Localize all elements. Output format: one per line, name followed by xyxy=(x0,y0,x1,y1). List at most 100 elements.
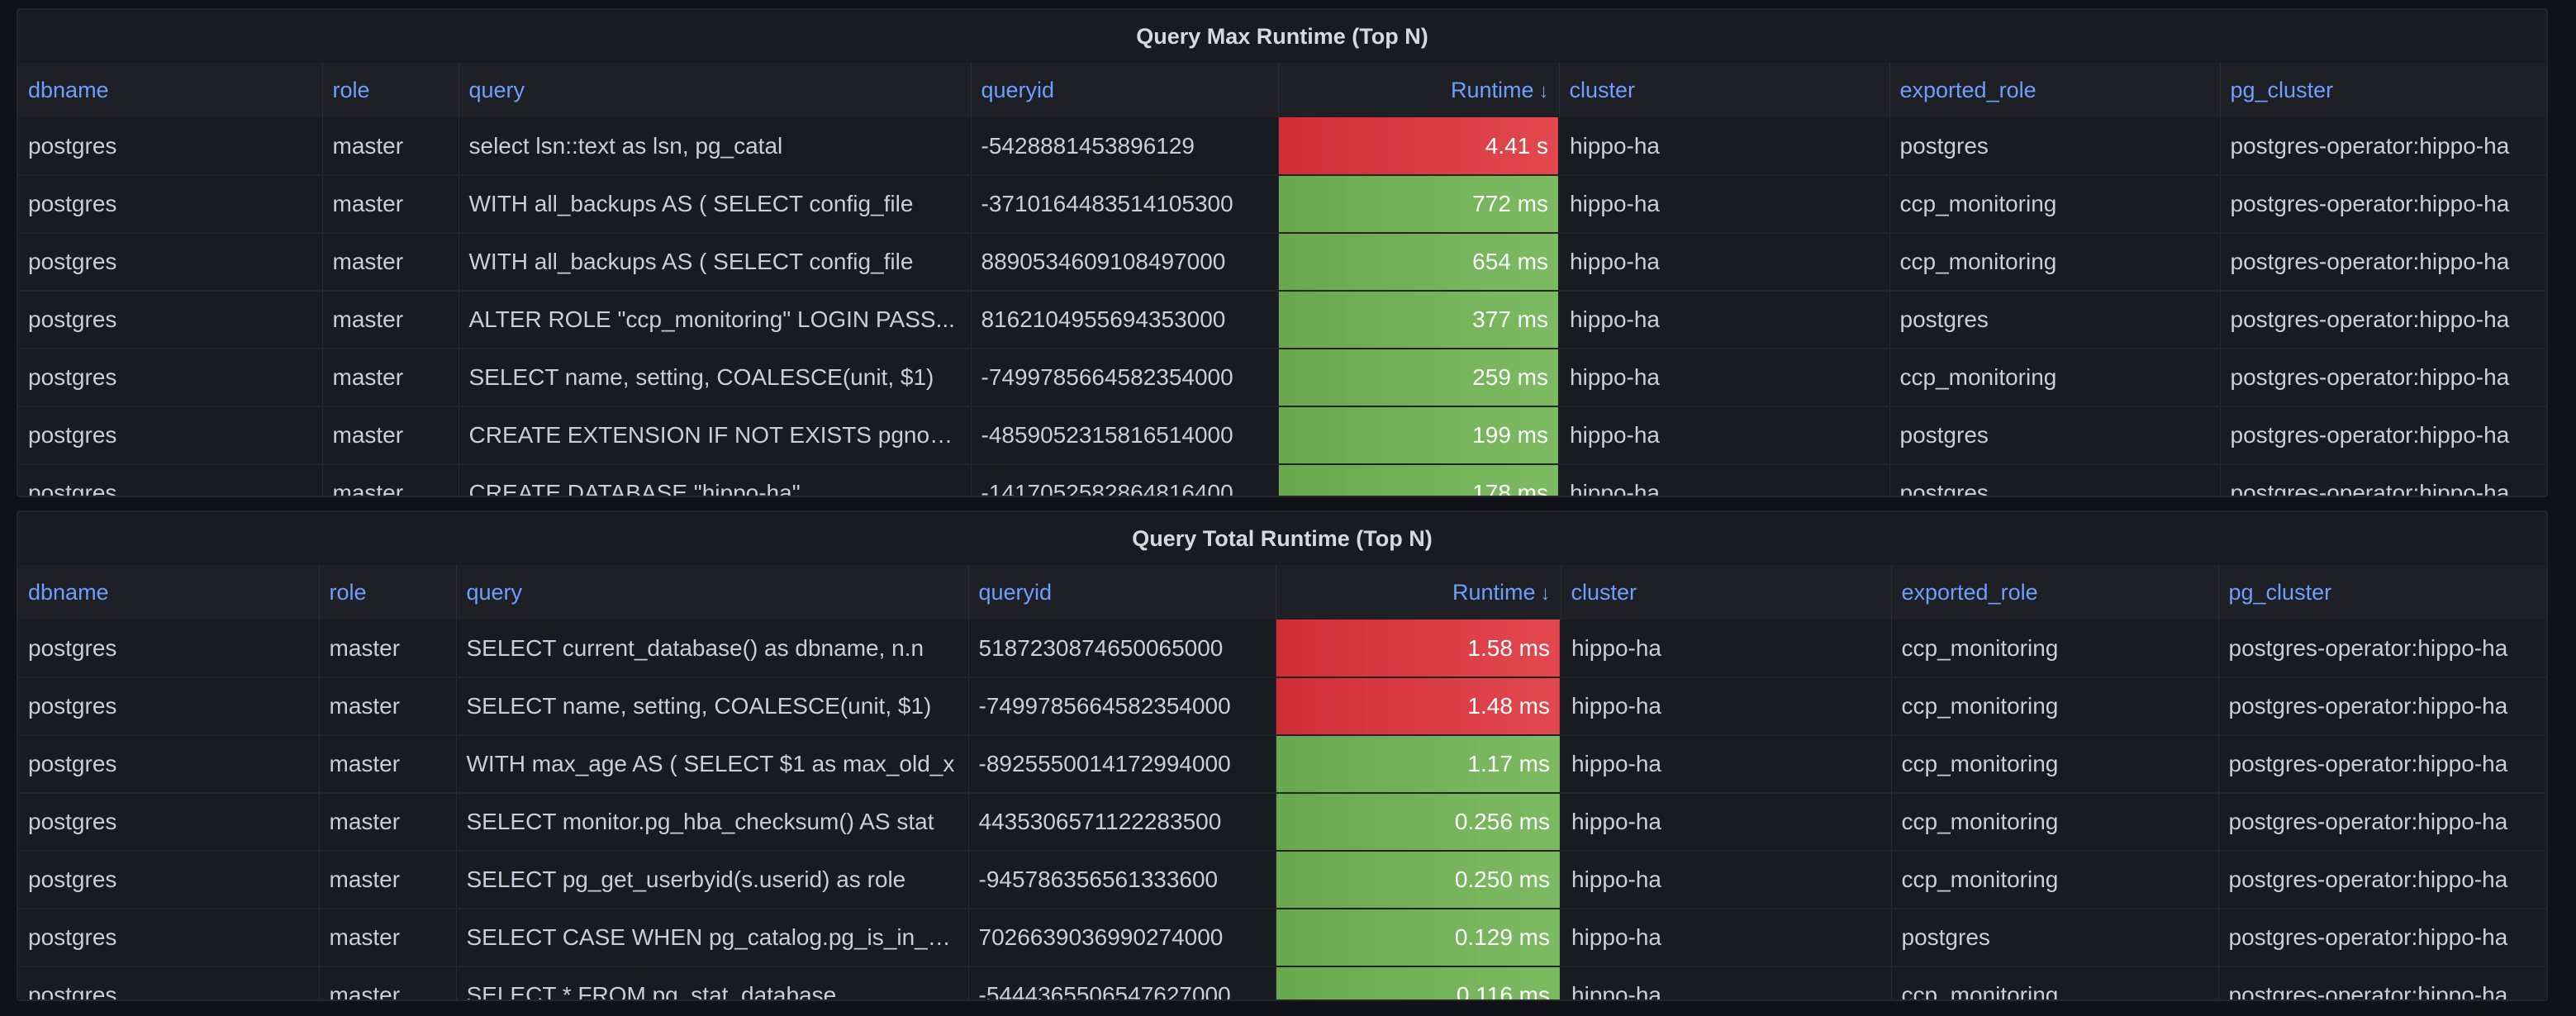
cell-dbname: postgres xyxy=(18,851,320,909)
cell-dbname: postgres xyxy=(18,233,323,292)
cell-runtime: 178 ms xyxy=(1278,464,1560,496)
cell-pg-cluster: postgres-operator:hippo-ha xyxy=(2220,291,2546,349)
cell-queryid: -8925550014172994000 xyxy=(968,735,1276,794)
column-header-cluster[interactable]: cluster xyxy=(1559,63,1890,117)
table-row[interactable]: postgres master CREATE EXTENSION IF NOT EX… xyxy=(18,406,2546,465)
cell-dbname: postgres xyxy=(18,117,323,176)
cell-exported-role: ccp_monitoring xyxy=(1889,233,2221,292)
panel-title[interactable]: Query Total Runtime (Top N) xyxy=(18,512,2546,565)
max-runtime-table: dbname role query queryid Runtime ↓ clust… xyxy=(18,63,2546,496)
column-header-role[interactable]: role xyxy=(319,565,457,620)
table-row[interactable]: postgres master select lsn::text as lsn, p… xyxy=(18,117,2546,176)
cell-dbname: postgres xyxy=(18,966,320,999)
cell-runtime: 0.256 ms xyxy=(1276,793,1561,852)
cell-queryid: 8890534609108497000 xyxy=(971,233,1279,292)
cell-role: master xyxy=(322,291,459,349)
total-runtime-table: dbname role query queryid Runtime ↓ clust… xyxy=(18,565,2546,999)
table-row[interactable]: postgres master SELECT name, setting, COAL… xyxy=(18,677,2546,736)
cell-exported-role: ccp_monitoring xyxy=(1891,851,2219,909)
cell-dbname: postgres xyxy=(18,349,323,407)
table-header-row: dbname role query queryid Runtime ↓ clust… xyxy=(18,63,2546,117)
table-row[interactable]: postgres master WITH max_age AS ( SELECT $… xyxy=(18,735,2546,794)
column-header-runtime-label: Runtime xyxy=(1450,77,1534,102)
cell-pg-cluster: postgres-operator:hippo-ha xyxy=(2220,406,2546,465)
table-row[interactable]: postgres master SELECT current_database() … xyxy=(18,620,2546,678)
cell-cluster: hippo-ha xyxy=(1561,909,1892,967)
cell-query: SELECT pg_get_userbyid(s.userid) as role xyxy=(456,851,969,909)
cell-cluster: hippo-ha xyxy=(1559,233,1890,292)
cell-exported-role: postgres xyxy=(1889,117,2221,176)
cell-runtime: 0.250 ms xyxy=(1276,851,1561,909)
cell-exported-role: ccp_monitoring xyxy=(1891,966,2219,999)
cell-role: master xyxy=(319,677,457,736)
cell-cluster: hippo-ha xyxy=(1559,117,1890,176)
column-header-queryid[interactable]: queryid xyxy=(968,565,1276,620)
table-row[interactable]: postgres master SELECT pg_get_userbyid(s.u… xyxy=(18,851,2546,909)
cell-query: WITH all_backups AS ( SELECT config_file xyxy=(459,233,972,292)
table-container[interactable]: dbname role query queryid Runtime ↓ clust… xyxy=(18,565,2546,999)
column-header-exported-role[interactable]: exported_role xyxy=(1889,63,2221,117)
cell-role: master xyxy=(319,851,457,909)
cell-exported-role: postgres xyxy=(1891,909,2219,967)
column-header-query[interactable]: query xyxy=(459,63,972,117)
table-row[interactable]: postgres master SELECT CASE WHEN pg_catalo… xyxy=(18,909,2546,967)
cell-exported-role: ccp_monitoring xyxy=(1891,620,2219,678)
max-runtime-table-body: postgres master select lsn::text as lsn, p… xyxy=(18,117,2546,496)
cell-dbname: postgres xyxy=(18,793,320,852)
cell-exported-role: ccp_monitoring xyxy=(1891,793,2219,852)
cell-cluster: hippo-ha xyxy=(1559,291,1890,349)
column-header-exported-role[interactable]: exported_role xyxy=(1891,565,2219,620)
column-header-query[interactable]: query xyxy=(456,565,969,620)
cell-pg-cluster: postgres-operator:hippo-ha xyxy=(2218,966,2546,999)
sort-descending-icon: ↓ xyxy=(1538,79,1549,102)
cell-runtime: 1.58 ms xyxy=(1276,620,1561,678)
column-header-role[interactable]: role xyxy=(322,63,459,117)
cell-runtime: 654 ms xyxy=(1278,233,1560,292)
cell-query: WITH max_age AS ( SELECT $1 as max_old_x xyxy=(456,735,969,794)
table-container[interactable]: dbname role query queryid Runtime ↓ clust… xyxy=(18,63,2546,496)
cell-query: SELECT current_database() as dbname, n.n xyxy=(456,620,969,678)
table-row[interactable]: postgres master SELECT name, setting, COAL… xyxy=(18,349,2546,407)
panel-title[interactable]: Query Max Runtime (Top N) xyxy=(18,10,2546,63)
table-row[interactable]: postgres master SELECT * FROM pg_stat_data… xyxy=(18,966,2546,999)
cell-exported-role: postgres xyxy=(1889,464,2221,496)
cell-cluster: hippo-ha xyxy=(1561,793,1892,852)
cell-queryid: -4859052315816514000 xyxy=(971,406,1279,465)
cell-pg-cluster: postgres-operator:hippo-ha xyxy=(2218,677,2546,736)
cell-cluster: hippo-ha xyxy=(1559,175,1890,234)
cell-queryid: -5444365506547627000 xyxy=(968,966,1276,999)
table-row[interactable]: postgres master WITH all_backups AS ( SELE… xyxy=(18,175,2546,234)
cell-queryid: -3710164483514105300 xyxy=(971,175,1279,234)
cell-query: SELECT name, setting, COALESCE(unit, $1) xyxy=(456,677,969,736)
table-row[interactable]: postgres master CREATE DATABASE "hippo-ha"… xyxy=(18,464,2546,496)
column-header-dbname[interactable]: dbname xyxy=(18,63,323,117)
column-header-dbname[interactable]: dbname xyxy=(18,565,320,620)
cell-dbname: postgres xyxy=(18,406,323,465)
cell-cluster: hippo-ha xyxy=(1561,966,1892,999)
column-header-cluster[interactable]: cluster xyxy=(1561,565,1892,620)
cell-runtime: 1.17 ms xyxy=(1276,735,1561,794)
column-header-queryid[interactable]: queryid xyxy=(971,63,1279,117)
cell-pg-cluster: postgres-operator:hippo-ha xyxy=(2220,349,2546,407)
cell-queryid: 8162104955694353000 xyxy=(971,291,1279,349)
cell-query: SELECT monitor.pg_hba_checksum() AS stat xyxy=(456,793,969,852)
cell-queryid: 7026639036990274000 xyxy=(968,909,1276,967)
cell-runtime: 377 ms xyxy=(1278,291,1560,349)
cell-runtime: 259 ms xyxy=(1278,349,1560,407)
table-row[interactable]: postgres master WITH all_backups AS ( SELE… xyxy=(18,233,2546,292)
table-row[interactable]: postgres master SELECT monitor.pg_hba_chec… xyxy=(18,793,2546,852)
cell-pg-cluster: postgres-operator:hippo-ha xyxy=(2220,233,2546,292)
column-header-runtime[interactable]: Runtime ↓ xyxy=(1278,63,1560,117)
cell-queryid: -7499785664582354000 xyxy=(971,349,1279,407)
cell-role: master xyxy=(322,233,459,292)
cell-role: master xyxy=(319,966,457,999)
cell-runtime: 4.41 s xyxy=(1278,117,1560,176)
cell-query: ALTER ROLE "ccp_monitoring" LOGIN PASS..… xyxy=(459,291,972,349)
cell-pg-cluster: postgres-operator:hippo-ha xyxy=(2220,175,2546,234)
column-header-pg-cluster[interactable]: pg_cluster xyxy=(2220,63,2546,117)
column-header-runtime[interactable]: Runtime ↓ xyxy=(1276,565,1561,620)
cell-role: master xyxy=(322,464,459,496)
column-header-pg-cluster[interactable]: pg_cluster xyxy=(2218,565,2546,620)
table-row[interactable]: postgres master ALTER ROLE "ccp_monitoring… xyxy=(18,291,2546,349)
cell-role: master xyxy=(322,406,459,465)
